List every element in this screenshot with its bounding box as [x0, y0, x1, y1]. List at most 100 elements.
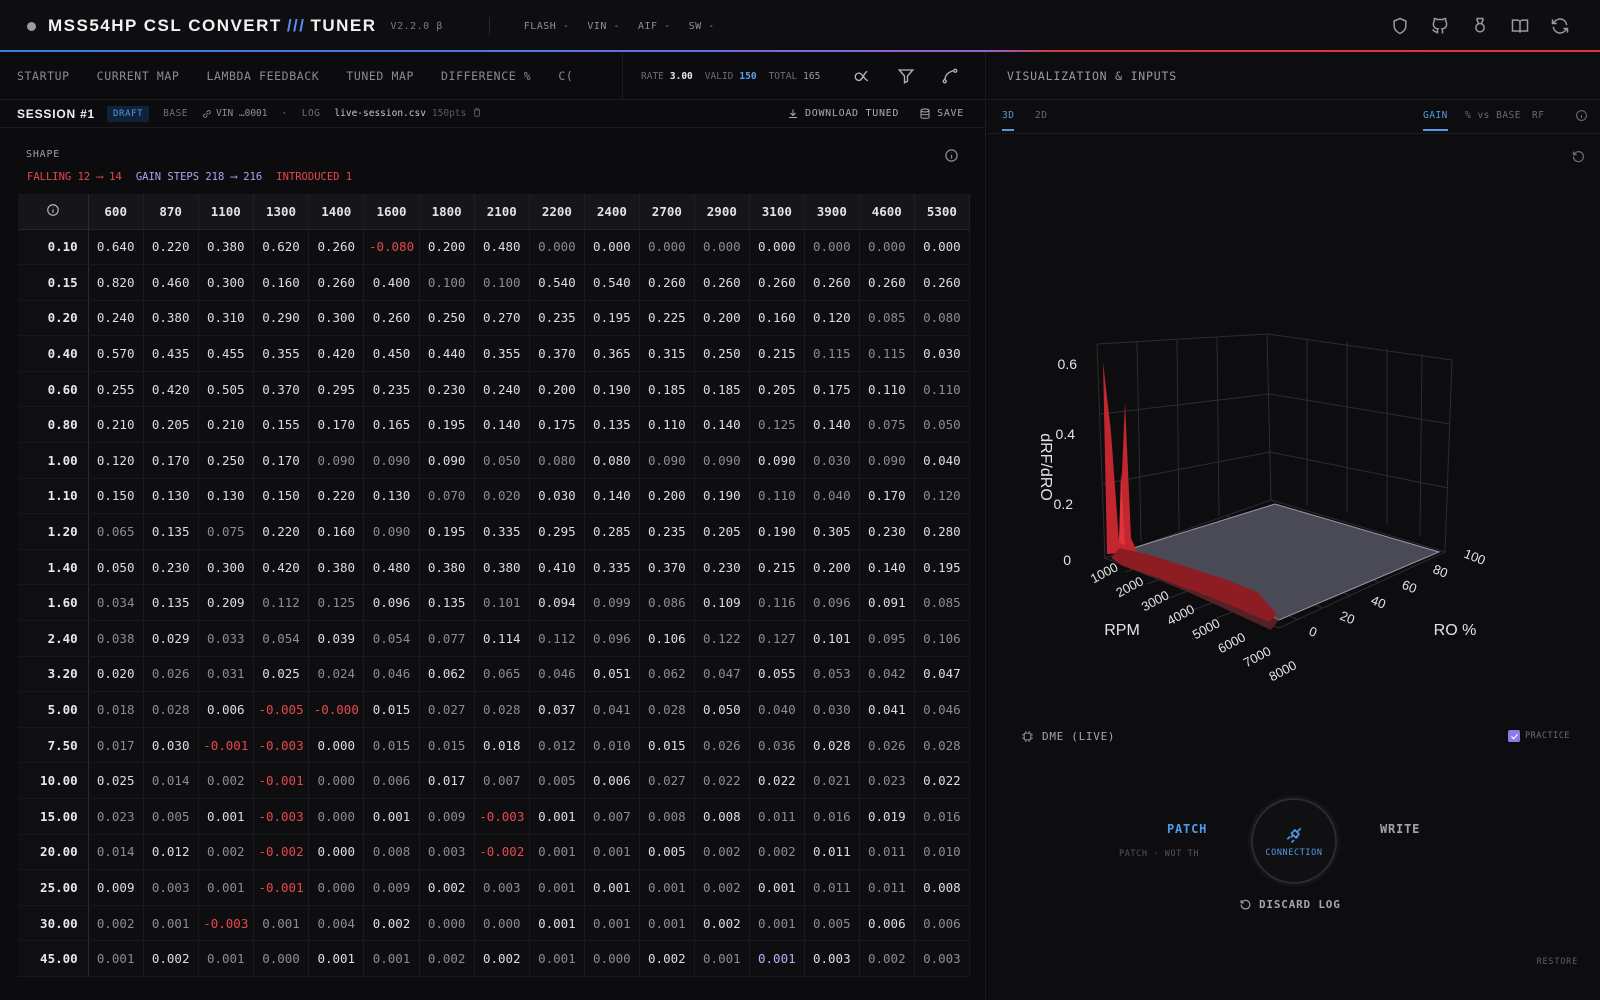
table-cell[interactable]: 0.505: [198, 371, 254, 408]
table-cell[interactable]: 0.040: [914, 442, 970, 479]
table-cell[interactable]: 0.001: [584, 905, 640, 942]
table-cell[interactable]: 0.041: [859, 691, 915, 728]
table-cell[interactable]: 0.031: [198, 656, 254, 693]
table-cell[interactable]: 0.205: [749, 371, 805, 408]
row-header[interactable]: 0.40: [18, 335, 89, 372]
table-cell[interactable]: 0.014: [143, 762, 199, 799]
table-cell[interactable]: -0.003: [253, 727, 310, 764]
tab-2d[interactable]: 2D: [1035, 110, 1047, 121]
table-cell[interactable]: 0.190: [749, 513, 805, 550]
table-cell[interactable]: 0.410: [529, 549, 585, 586]
tab-difference[interactable]: DIFFERENCE %: [441, 69, 531, 83]
table-cell[interactable]: 0.185: [694, 371, 750, 408]
table-cell[interactable]: 0.240: [88, 300, 144, 337]
table-cell[interactable]: 0.016: [804, 798, 860, 835]
table-cell[interactable]: 0.006: [859, 905, 915, 942]
table-cell[interactable]: 0.055: [749, 656, 805, 693]
award-icon[interactable]: [1468, 14, 1492, 38]
table-cell[interactable]: 0.290: [253, 300, 310, 337]
table-cell[interactable]: 0.001: [584, 834, 640, 871]
table-cell[interactable]: 0.002: [639, 940, 695, 977]
table-cell[interactable]: 0.100: [419, 264, 475, 301]
table-cell[interactable]: 0.115: [859, 335, 915, 372]
table-cell[interactable]: 0.209: [198, 584, 254, 622]
table-cell[interactable]: 0.011: [804, 834, 860, 871]
table-cell[interactable]: 0.230: [419, 371, 475, 408]
table-cell[interactable]: 0.001: [198, 940, 254, 977]
table-cell[interactable]: 0.047: [914, 656, 970, 693]
table-cell[interactable]: 0.028: [143, 691, 199, 728]
table-cell[interactable]: 0.109: [694, 584, 750, 622]
table-cell[interactable]: -0.003: [253, 798, 310, 835]
table-cell[interactable]: 0.006: [198, 691, 254, 728]
table-cell[interactable]: 0.090: [749, 442, 805, 479]
table-cell[interactable]: 0.170: [253, 442, 310, 479]
table-cell[interactable]: 0.040: [804, 478, 860, 515]
row-header[interactable]: 1.00: [18, 442, 89, 479]
table-cell[interactable]: 0.335: [474, 513, 530, 550]
table-cell[interactable]: 0.135: [584, 406, 640, 444]
table-cell[interactable]: 0.000: [584, 940, 640, 977]
table-cell[interactable]: 0.039: [308, 620, 365, 657]
table-cell[interactable]: 0.029: [143, 620, 199, 657]
table-cell[interactable]: 0.036: [749, 727, 805, 764]
row-header[interactable]: 20.00: [18, 834, 89, 871]
table-cell[interactable]: 0.075: [859, 406, 915, 444]
table-cell[interactable]: 0.114: [474, 620, 530, 657]
table-cell[interactable]: 0.047: [694, 656, 750, 693]
table-cell[interactable]: 0.011: [804, 869, 860, 906]
alpha-icon[interactable]: [850, 64, 874, 88]
table-cell[interactable]: 0.001: [639, 905, 695, 942]
table-cell[interactable]: 0.000: [529, 229, 585, 266]
table-cell[interactable]: 0.130: [198, 478, 254, 515]
table-cell[interactable]: 0.120: [914, 478, 970, 515]
tab-current-map[interactable]: CURRENT MAP: [97, 69, 180, 83]
table-cell[interactable]: 0.190: [694, 478, 750, 515]
table-cell[interactable]: 0.295: [529, 513, 585, 550]
table-cell[interactable]: 0.420: [253, 549, 310, 586]
row-header[interactable]: 1.40: [18, 549, 89, 586]
table-cell[interactable]: 0.101: [804, 620, 860, 657]
table-cell[interactable]: 0.023: [88, 798, 144, 835]
table-cell[interactable]: 0.480: [363, 549, 420, 586]
table-cell[interactable]: 0.000: [914, 229, 970, 266]
table-cell[interactable]: 0.000: [308, 798, 365, 835]
table-cell[interactable]: 0.001: [88, 940, 144, 977]
table-cell[interactable]: 0.002: [88, 905, 144, 942]
table-cell[interactable]: 0.002: [198, 762, 254, 799]
table-cell[interactable]: 0.285: [584, 513, 640, 550]
table-cell[interactable]: 0.014: [88, 834, 144, 871]
table-cell[interactable]: 0.370: [639, 549, 695, 586]
table-cell[interactable]: 0.016: [914, 798, 970, 835]
table-cell[interactable]: 0.046: [363, 656, 420, 693]
table-cell[interactable]: 0.125: [308, 584, 365, 622]
table-cell[interactable]: 0.008: [914, 869, 970, 906]
table-cell[interactable]: 0.021: [804, 762, 860, 799]
table-cell[interactable]: 0.335: [584, 549, 640, 586]
table-cell[interactable]: 0.028: [474, 691, 530, 728]
table-cell[interactable]: 0.001: [529, 834, 585, 871]
table-cell[interactable]: 0.175: [804, 371, 860, 408]
table-cell[interactable]: 0.026: [143, 656, 199, 693]
row-header[interactable]: 0.10: [18, 229, 89, 266]
table-cell[interactable]: 0.175: [529, 406, 585, 444]
table-cell[interactable]: 0.000: [584, 229, 640, 266]
row-header[interactable]: 1.60: [18, 584, 89, 622]
table-cell[interactable]: 0.000: [749, 229, 805, 266]
table-cell[interactable]: 0.370: [529, 335, 585, 372]
table-cell[interactable]: 0.280: [914, 513, 970, 550]
table-cell[interactable]: 0.002: [749, 834, 805, 871]
practice-checkbox[interactable]: [1508, 730, 1521, 742]
table-cell[interactable]: 0.120: [804, 300, 860, 337]
table-cell[interactable]: 0.009: [363, 869, 420, 906]
table-cell[interactable]: -0.003: [198, 905, 254, 942]
row-header[interactable]: 1.10: [18, 478, 89, 515]
table-cell[interactable]: 0.101: [474, 584, 530, 622]
table-cell[interactable]: 0.150: [88, 478, 144, 515]
column-header[interactable]: 1100: [198, 194, 254, 230]
table-cell[interactable]: 0.355: [253, 335, 310, 372]
table-cell[interactable]: 0.450: [363, 335, 420, 372]
table-cell[interactable]: 0.025: [253, 656, 310, 693]
table-cell[interactable]: 0.106: [914, 620, 970, 657]
table-cell[interactable]: 0.230: [143, 549, 199, 586]
